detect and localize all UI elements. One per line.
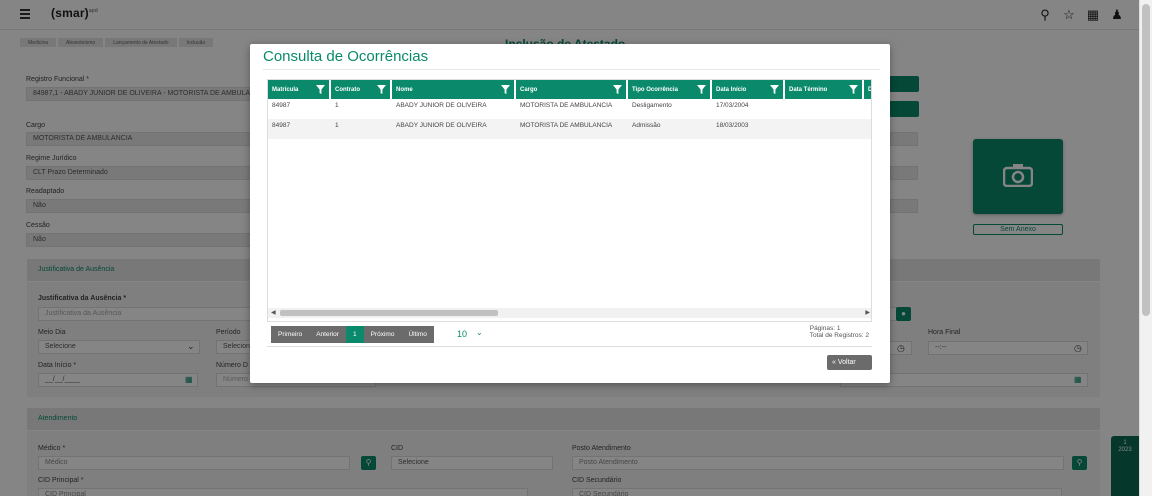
column-header-nome[interactable]: Nome [392,80,516,99]
cell-tipo-ocorrencia: Admissão [632,122,661,129]
cell-contrato: 1 [335,122,339,129]
column-header-data-termino[interactable]: Data Término [785,80,864,99]
column-header-label: Matrícula [272,86,299,93]
column-header-label: D [868,86,872,93]
current-page-button[interactable]: 1 [345,326,364,343]
cell-nome: ABADY JUNIOR DE OLIVEIRA [396,102,487,109]
column-header-label: Tipo Ocorrência [632,86,678,93]
page-scrollbar[interactable] [1139,0,1152,496]
voltar-label: Voltar [837,359,856,366]
column-header-matricula[interactable]: Matrícula [268,80,331,99]
cell-data-termino [785,119,864,139]
column-header-extra[interactable]: D [864,80,872,99]
ocorrencias-table: Matrícula Contrato Nome Cargo Tipo Ocorr… [267,79,872,347]
scroll-right-icon[interactable]: ▶ [865,309,870,316]
pagination: Primeiro Anterior 1 Próximo Último [271,326,434,343]
modal-title: Consulta de Ocorrências [263,48,429,65]
pagination-bar: Primeiro Anterior 1 Próximo Último 10 ⌄ … [267,321,872,346]
scroll-thumb[interactable] [280,310,498,316]
filter-icon[interactable] [849,85,858,94]
column-header-label: Data Início [716,86,747,93]
cell-tipo-ocorrencia: Desligamento [632,102,672,109]
prev-page-button[interactable]: Anterior [309,326,346,343]
page-size-select[interactable]: 10 [457,329,467,339]
cell-cargo: MOTORISTA DE AMBULANCIA [520,102,613,109]
cell-data-inicio: 18/03/2003 [716,122,749,129]
filter-icon[interactable] [316,85,325,94]
next-page-button[interactable]: Próximo [363,326,402,343]
pager-info: Páginas: 1 Total de Registros: 2 [810,325,869,339]
cell-matricula: 84987 [272,122,291,129]
first-page-button[interactable]: Primeiro [271,326,310,343]
column-header-cargo[interactable]: Cargo [516,80,628,99]
consulta-modal: Consulta de Ocorrências Matrícula Contra… [250,44,890,383]
chevron-down-icon[interactable]: ⌄ [476,328,483,337]
table-row[interactable]: 84987 1 ABADY JUNIOR DE OLIVEIRA MOTORIS… [268,119,871,139]
table-horizontal-scrollbar[interactable]: ◀ ▶ [268,308,871,318]
column-header-tipo-ocorrencia[interactable]: Tipo Ocorrência [628,80,712,99]
column-header-data-inicio[interactable]: Data Início [712,80,785,99]
filter-icon[interactable] [770,85,779,94]
scroll-left-icon[interactable]: ◀ [271,309,276,316]
table-header: Matrícula Contrato Nome Cargo Tipo Ocorr… [268,80,872,99]
cell-matricula: 84987 [272,102,291,109]
cell-data-inicio: 17/03/2004 [716,102,749,109]
cell-contrato: 1 [335,102,339,109]
last-page-button[interactable]: Último [401,326,434,343]
double-chevron-left-icon: « [832,359,836,366]
cell-nome: ABADY JUNIOR DE OLIVEIRA [396,122,487,129]
column-header-label: Nome [396,86,413,93]
pages-info: Páginas: 1 [809,325,841,332]
cell-data-termino [785,99,864,119]
filter-icon[interactable] [377,85,386,94]
total-info: Total de Registros: 2 [809,332,869,339]
modal-divider [263,69,880,70]
table-row[interactable]: 84987 1 ABADY JUNIOR DE OLIVEIRA MOTORIS… [268,99,864,119]
column-header-label: Cargo [520,86,538,93]
column-header-label: Data Término [789,86,828,93]
cell-cargo: MOTORISTA DE AMBULANCIA [520,122,613,129]
filter-icon[interactable] [613,85,622,94]
column-header-label: Contrato [335,86,360,93]
column-header-contrato[interactable]: Contrato [331,80,392,99]
filter-icon[interactable] [697,85,706,94]
filter-icon[interactable] [501,85,510,94]
voltar-button[interactable]: « Voltar [827,355,872,370]
